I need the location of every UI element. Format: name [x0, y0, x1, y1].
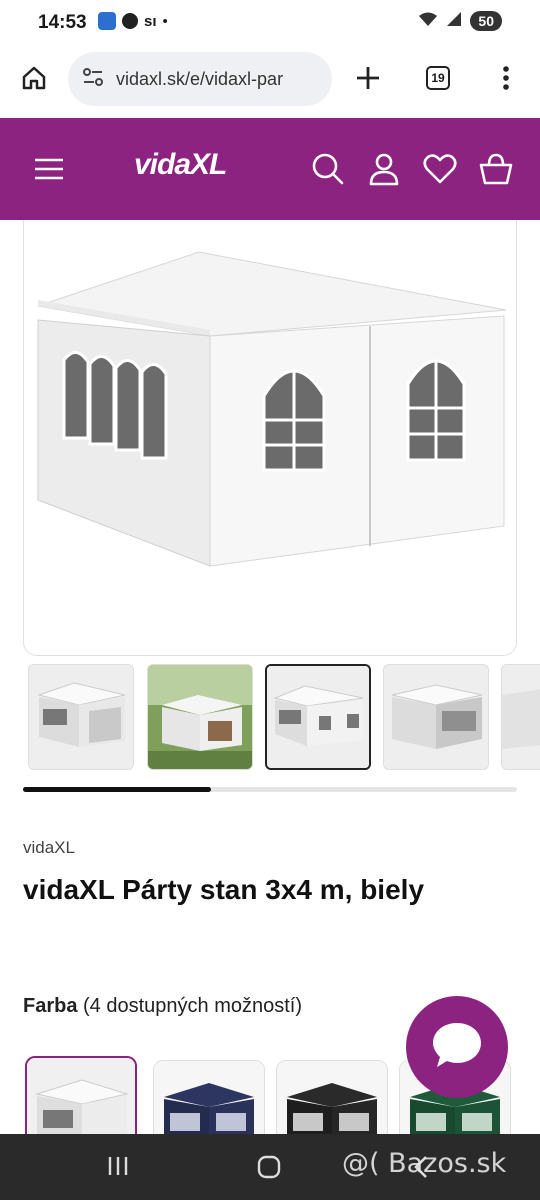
cart-basket-icon[interactable] [478, 151, 514, 187]
thumbnail-strip[interactable] [28, 664, 540, 770]
gallery-scrollbar-thumb[interactable] [23, 787, 211, 792]
chat-support-button[interactable] [406, 996, 508, 1098]
color-label-heading: Farba [23, 995, 78, 1017]
gallery-scrollbar[interactable] [23, 787, 517, 792]
color-options-label: Farba (4 dostupných možností) [23, 995, 302, 1018]
watermark-text: @( Bazos.sk [342, 1148, 507, 1179]
swatch-white[interactable] [25, 1056, 137, 1136]
thumbnail-5[interactable] [501, 664, 540, 770]
tab-switcher-button[interactable]: 19 [422, 62, 454, 94]
thumbnail-1[interactable] [28, 664, 134, 770]
color-label-count: (4 dostupných možností) [77, 995, 303, 1017]
more-menu-icon[interactable] [490, 62, 522, 94]
swatch-black[interactable] [276, 1060, 388, 1136]
wishlist-heart-icon[interactable] [422, 151, 458, 187]
product-main-image[interactable] [23, 220, 517, 656]
home-icon[interactable] [18, 62, 50, 94]
messenger-icon [122, 13, 138, 29]
recent-apps-icon[interactable] [106, 1154, 130, 1184]
site-settings-icon[interactable] [82, 67, 104, 92]
hamburger-menu-icon[interactable] [33, 151, 69, 187]
url-text[interactable]: vidaxl.sk/e/vidaxl-par [116, 69, 283, 90]
thumbnail-4[interactable] [383, 664, 489, 770]
account-icon[interactable] [366, 151, 402, 187]
status-time: 14:53 [38, 12, 87, 33]
address-bar[interactable]: vidaxl.sk/e/vidaxl-par [68, 52, 332, 106]
product-title: vidaXL Párty stan 3x4 m, biely [23, 874, 425, 905]
site-header: vidaXL [0, 118, 540, 220]
home-button-icon[interactable] [256, 1154, 282, 1186]
tab-count: 19 [426, 66, 450, 90]
thumbnail-2[interactable] [147, 664, 253, 770]
dot-icon: • [162, 12, 168, 30]
new-tab-icon[interactable] [352, 62, 384, 94]
browser-toolbar: vidaxl.sk/e/vidaxl-par 19 [0, 48, 540, 116]
chat-bubble-icon [429, 1017, 485, 1078]
product-brand[interactable]: vidaXL [23, 838, 75, 858]
swatch-navy[interactable] [153, 1060, 265, 1136]
thumbnail-3[interactable] [265, 664, 371, 770]
search-icon[interactable] [310, 151, 346, 187]
notification-app-icon [98, 12, 116, 30]
site-logo[interactable]: vidaXL [134, 148, 227, 182]
wifi-icon [418, 11, 438, 31]
signal-icon [446, 11, 462, 31]
battery-indicator: 50 [470, 11, 502, 31]
status-bar: 14:53 sı • 50 [0, 0, 540, 48]
carrier-label: sı [144, 12, 157, 30]
